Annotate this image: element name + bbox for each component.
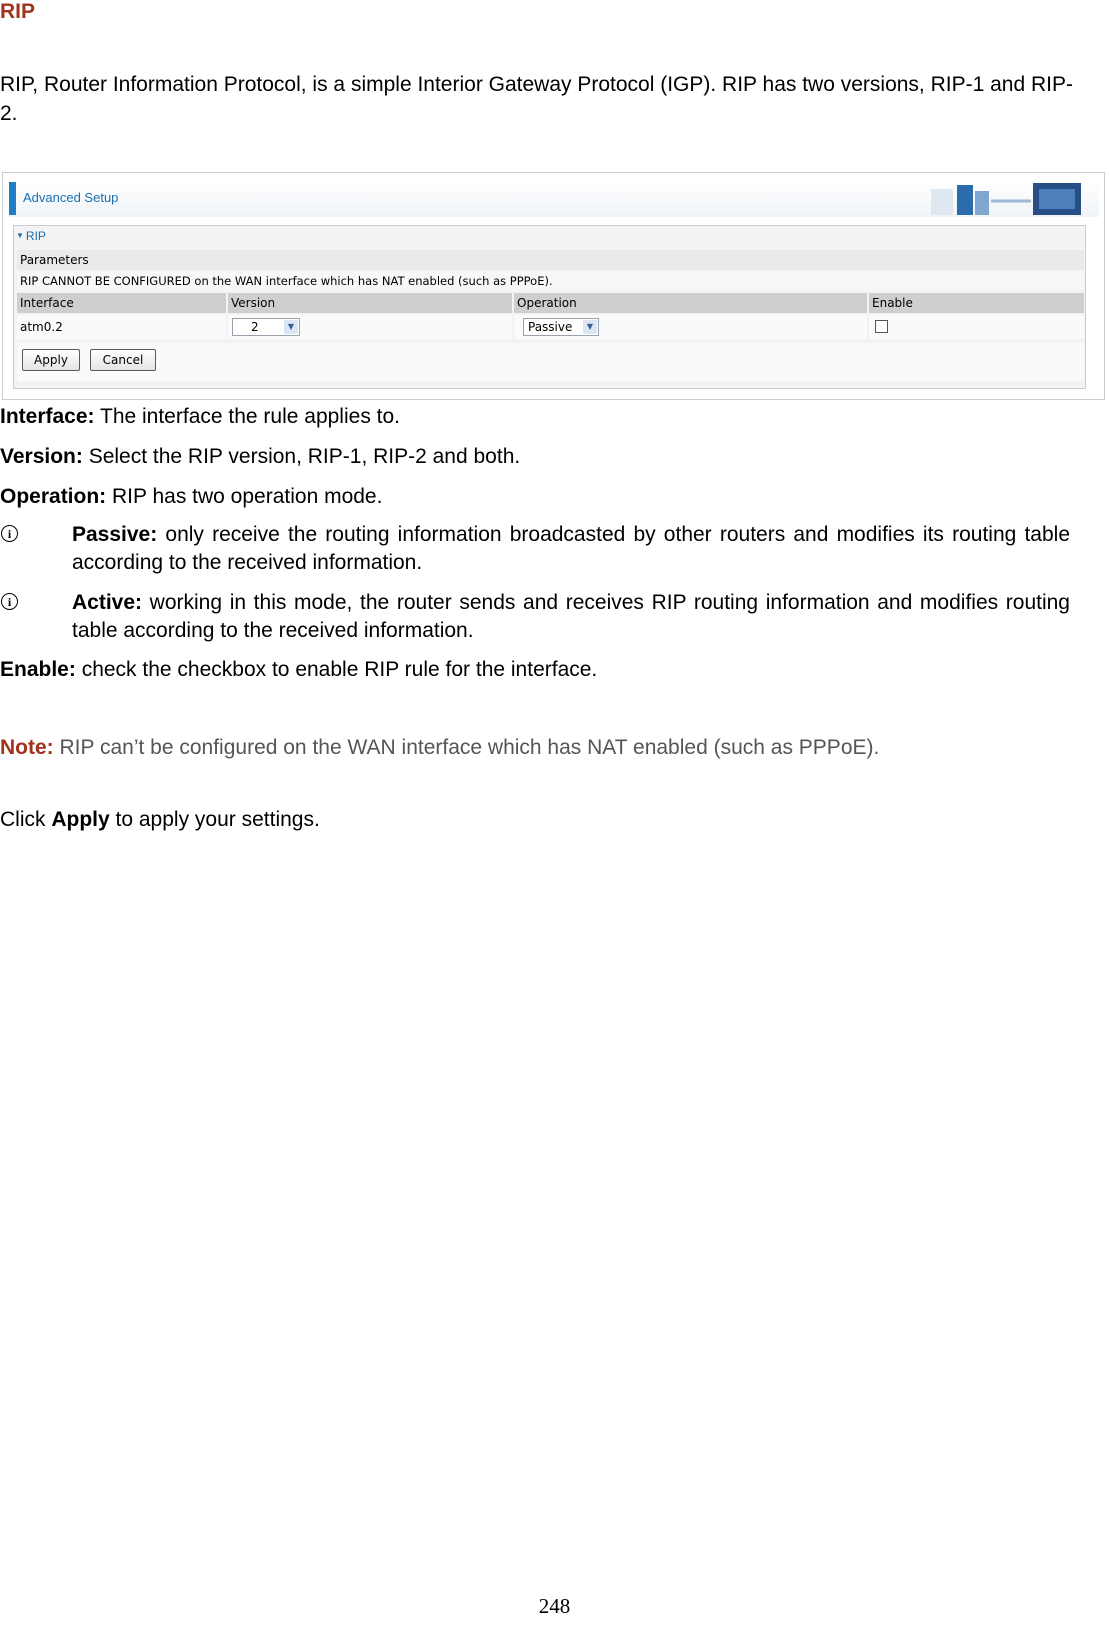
click-suffix: to apply your settings. (109, 808, 320, 831)
info-icon: i (1, 525, 18, 542)
operation-term: Operation: (0, 485, 107, 508)
info-icon: i (1, 593, 18, 610)
enable-cell (869, 315, 1084, 339)
chevron-down-icon: ▼ (583, 320, 597, 334)
interface-text: The interface the rule applies to. (94, 405, 400, 428)
rip-section-label: RIP (25, 229, 46, 243)
enable-description: Enable: check the checkbox to enable RIP… (0, 656, 1070, 684)
enable-term: Enable: (0, 658, 76, 681)
operation-cell: Passive ▼ (514, 315, 867, 339)
table-header: Interface Version Operation Enable (17, 293, 1084, 313)
operation-select[interactable]: Passive ▼ (523, 318, 599, 336)
version-select[interactable]: 2 ▼ (232, 318, 300, 336)
nat-warning: RIP CANNOT BE CONFIGURED on the WAN inte… (17, 272, 1084, 290)
column-version: Version (228, 293, 512, 313)
version-description: Version: Select the RIP version, RIP-1, … (0, 443, 1070, 471)
active-bullet: i Active: working in this mode, the rout… (0, 589, 1070, 645)
passive-bullet: i Passive: only receive the routing info… (0, 521, 1070, 577)
note: Note: RIP can’t be configured on the WAN… (0, 736, 879, 760)
page-number: 248 (538, 1594, 571, 1618)
apply-button[interactable]: Apply (22, 349, 80, 371)
click-emphasis: Apply (51, 808, 110, 831)
operation-description: Operation: RIP has two operation mode. (0, 483, 1070, 511)
chevron-down-icon: ▼ (284, 320, 298, 334)
rip-section-title[interactable]: ▼ RIP (16, 229, 46, 243)
table-row: atm0.2 2 ▼ Passive ▼ (17, 315, 1084, 339)
column-operation: Operation (514, 293, 867, 313)
interface-description: Interface: The interface the rule applie… (0, 403, 1070, 431)
version-term: Version: (0, 445, 83, 468)
interface-term: Interface: (0, 405, 95, 428)
active-text: working in this mode, the router sends a… (72, 591, 1070, 642)
apply-instruction: Click Apply to apply your settings. (0, 808, 320, 832)
active-term: Active: (72, 591, 143, 614)
passive-text: only receive the routing information bro… (72, 523, 1070, 574)
note-text: RIP can’t be configured on the WAN inter… (53, 736, 880, 759)
note-label: Note: (0, 736, 54, 759)
operation-select-value: Passive (528, 320, 573, 334)
page-heading: RIP (0, 0, 36, 23)
interface-value: atm0.2 (17, 315, 226, 339)
passive-term: Passive: (72, 523, 158, 546)
column-interface: Interface (17, 293, 226, 313)
rip-settings-screenshot: Advanced Setup ▼ RIP Parameters RIP CANNO… (2, 172, 1105, 400)
enable-text: check the checkbox to enable RIP rule fo… (75, 658, 598, 681)
operation-text: RIP has two operation mode. (106, 485, 383, 508)
click-prefix: Click (0, 808, 52, 831)
intro-paragraph: RIP, Router Information Protocol, is a s… (0, 73, 1073, 125)
button-row: Apply Cancel (17, 343, 1084, 381)
network-devices-banner-icon (931, 183, 1081, 215)
column-enable: Enable (869, 293, 1084, 313)
version-text: Select the RIP version, RIP-1, RIP-2 and… (82, 445, 521, 468)
enable-checkbox[interactable] (875, 320, 888, 333)
parameters-label: Parameters (17, 250, 1084, 270)
header-accent-bar (9, 182, 16, 215)
version-cell: 2 ▼ (228, 315, 512, 339)
rip-panel: ▼ RIP Parameters RIP CANNOT BE CONFIGURED… (13, 225, 1086, 389)
header-title: Advanced Setup (23, 190, 119, 205)
version-select-value: 2 (251, 320, 259, 334)
cancel-button[interactable]: Cancel (90, 349, 156, 371)
advanced-setup-header: Advanced Setup (9, 179, 1099, 217)
triangle-down-icon: ▼ (16, 231, 24, 240)
